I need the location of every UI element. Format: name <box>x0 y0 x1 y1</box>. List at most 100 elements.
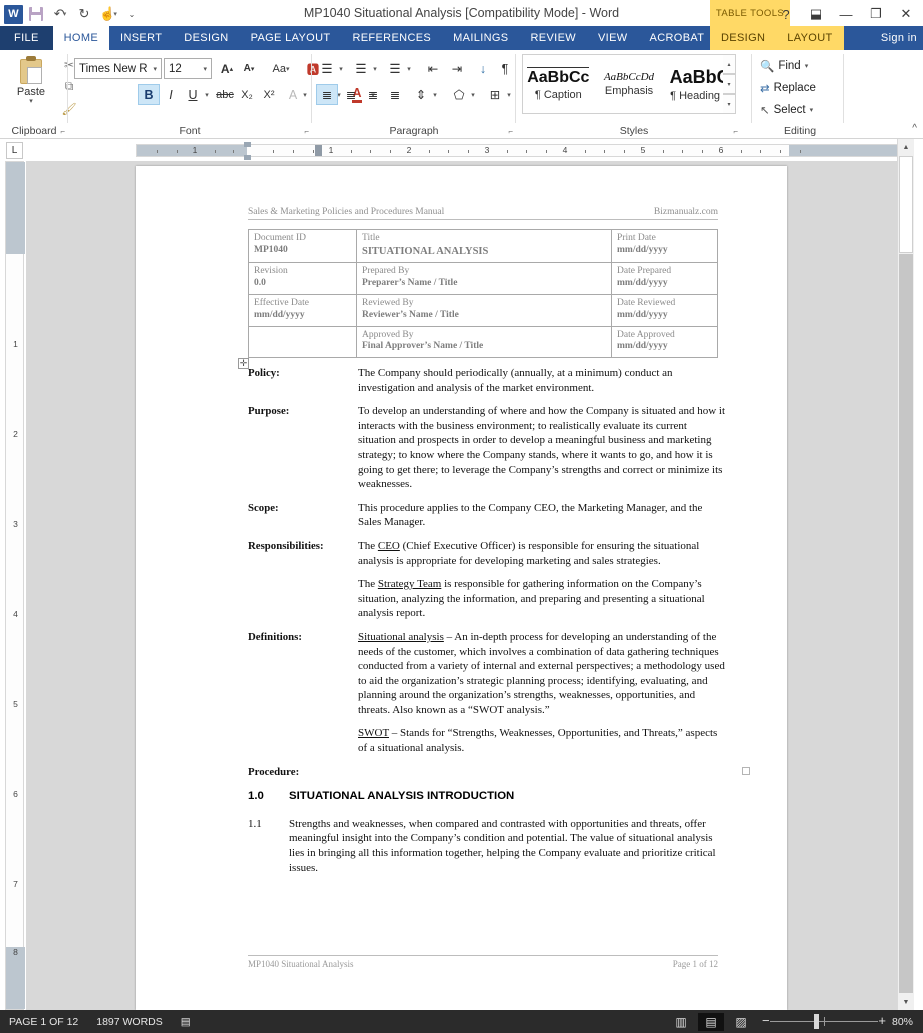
tab-design[interactable]: DESIGN <box>173 26 239 50</box>
section-policy[interactable]: Policy: The Company should periodically … <box>248 366 726 395</box>
align-left-icon[interactable]: ≣ <box>316 84 338 105</box>
tab-file[interactable]: FILE <box>0 26 53 50</box>
find-button[interactable]: 🔍 Find ▾ <box>760 56 808 76</box>
text-definitions[interactable]: Situational analysis – An in-depth proce… <box>358 630 726 756</box>
paragraph-ceo[interactable]: The CEO (Chief Executive Officer) is res… <box>358 539 726 568</box>
word-count[interactable]: 1897 WORDS <box>87 1010 172 1033</box>
cell-prepared-by[interactable]: Prepared By Preparer’s Name / Title <box>356 262 612 295</box>
undo-icon[interactable]: ↶ ▾ <box>49 3 71 25</box>
cell-reviewed-by[interactable]: Reviewed By Reviewer’s Name / Title <box>356 293 612 327</box>
first-line-indent-marker[interactable] <box>244 142 251 147</box>
zoom-in-icon[interactable]: + <box>878 1013 886 1028</box>
grow-font-icon[interactable]: A ▴ <box>216 58 238 79</box>
customize-qat-icon[interactable]: ⌄ <box>121 3 143 25</box>
select-caret-icon[interactable]: ▾ <box>810 106 814 114</box>
table-row[interactable]: Document ID MP1040 Title SITUATIONAL ANA… <box>248 229 718 263</box>
restore-icon[interactable]: ❐ <box>861 1 891 27</box>
paragraph-strategy-team[interactable]: The Strategy Team is responsible for gat… <box>358 577 726 621</box>
proofing-errors-icon[interactable]: ▤ <box>172 1010 200 1033</box>
quick-access-toolbar[interactable]: W ↶ ▾ ↻ ☝ ▾ ⌄ <box>0 0 143 28</box>
multilevel-caret-icon[interactable]: ▾ <box>404 58 414 79</box>
styles-scroll-up-icon[interactable]: ▴ <box>723 54 736 74</box>
zoom-slider[interactable]: − + <box>762 1010 886 1033</box>
section-purpose[interactable]: Purpose: To develop an understanding of … <box>248 404 726 492</box>
left-indent-marker[interactable] <box>315 145 322 156</box>
zoom-level[interactable]: 80% <box>892 1016 923 1028</box>
sign-in-link[interactable]: Sign in <box>881 26 917 50</box>
subscript-button[interactable]: X₂ <box>236 84 258 105</box>
font-name-box[interactable]: Times New R ▾ <box>74 58 162 79</box>
bullets-caret-icon[interactable]: ▾ <box>336 58 346 79</box>
scrollbar-thumb[interactable] <box>899 156 913 253</box>
increase-indent-icon[interactable]: ⇥ <box>446 58 468 79</box>
paragraph-situational-analysis[interactable]: Situational analysis – An in-depth proce… <box>358 630 726 718</box>
horizontal-ruler[interactable]: 1 1 2 3 4 5 6 <box>136 142 900 160</box>
tab-home[interactable]: HOME <box>52 26 110 50</box>
numbered-paragraph-1-1[interactable]: 1.1 Strengths and weaknesses, when compa… <box>248 817 726 875</box>
touch-mode-icon[interactable]: ☝ ▾ <box>97 3 119 25</box>
tab-review[interactable]: REVIEW <box>520 26 588 50</box>
align-right-icon[interactable]: ≣ <box>362 84 384 105</box>
italic-button[interactable]: I <box>160 84 182 105</box>
bullets-icon[interactable]: ☰ <box>316 58 338 79</box>
document-body[interactable]: Policy: The Company should periodically … <box>248 366 750 884</box>
numbering-icon[interactable]: ☰ <box>350 58 372 79</box>
tab-page-layout[interactable]: PAGE LAYOUT <box>240 26 342 50</box>
font-dialog-launcher[interactable]: ⌐ <box>304 127 309 136</box>
underline-caret-icon[interactable]: ▾ <box>202 84 212 105</box>
styles-gallery[interactable]: AaBbCc ¶ Caption AaBbCcDd Emphasis AaBbC… <box>522 54 736 114</box>
tab-table-design[interactable]: DESIGN <box>710 26 776 50</box>
cell-date-approved[interactable]: Date Approved mm/dd/yyyy <box>611 325 718 359</box>
web-layout-icon[interactable]: ▨ <box>728 1013 754 1031</box>
align-center-icon[interactable]: ≣ <box>340 84 362 105</box>
multilevel-list-icon[interactable]: ☰ <box>384 58 406 79</box>
tab-stop-selector[interactable]: L <box>6 142 23 159</box>
document-page[interactable]: Sales & Marketing Policies and Procedure… <box>136 166 787 1010</box>
minimize-icon[interactable]: — <box>831 1 861 27</box>
borders-icon[interactable]: ⊞ <box>484 84 506 105</box>
shading-caret-icon[interactable]: ▾ <box>468 84 478 105</box>
line-spacing-icon[interactable]: ⇕ <box>410 84 432 105</box>
tab-table-layout[interactable]: LAYOUT <box>776 26 843 50</box>
scroll-down-icon[interactable]: ▼ <box>898 994 914 1010</box>
paragraph-dialog-launcher[interactable]: ⌐ <box>508 127 513 136</box>
scrollbar-track[interactable] <box>899 254 913 993</box>
section-definitions[interactable]: Definitions: Situational analysis – An i… <box>248 630 726 756</box>
line-spacing-caret-icon[interactable]: ▾ <box>430 84 440 105</box>
paste-button[interactable]: Paste ▾ <box>8 54 54 122</box>
cell-effective-date[interactable]: Effective Date mm/dd/yyyy <box>248 293 357 327</box>
cell-empty[interactable] <box>248 325 357 359</box>
text-effects-caret-icon[interactable]: ▾ <box>300 84 310 105</box>
text-purpose[interactable]: To develop an understanding of where and… <box>358 404 726 492</box>
vertical-scrollbar[interactable]: ▲ ▼ <box>897 139 914 1010</box>
text-policy[interactable]: The Company should periodically (annuall… <box>358 366 726 395</box>
paragraph-swot[interactable]: SWOT – Stands for “Strengths, Weaknesses… <box>358 726 726 755</box>
shrink-font-icon[interactable]: A ▾ <box>238 58 260 79</box>
cell-date-reviewed[interactable]: Date Reviewed mm/dd/yyyy <box>611 293 718 327</box>
tab-acrobat[interactable]: ACROBAT <box>639 26 716 50</box>
print-layout-icon[interactable]: ▤ <box>697 1012 724 1031</box>
find-caret-icon[interactable]: ▾ <box>805 62 809 70</box>
zoom-out-icon[interactable]: − <box>762 1013 770 1028</box>
page-indicator[interactable]: PAGE 1 OF 12 <box>0 1010 87 1033</box>
zoom-slider-thumb[interactable] <box>813 1014 819 1029</box>
clipboard-dialog-launcher[interactable]: ⌐ <box>60 127 65 136</box>
borders-caret-icon[interactable]: ▾ <box>504 84 514 105</box>
font-size-box[interactable]: 12 ▾ <box>164 58 212 79</box>
save-icon[interactable] <box>25 3 47 25</box>
cell-print-date[interactable]: Print Date mm/dd/yyyy <box>611 229 718 263</box>
ribbon-display-options-icon[interactable]: ⬓ <box>801 1 831 27</box>
cell-title[interactable]: Title SITUATIONAL ANALYSIS <box>356 229 612 263</box>
heading-1-0[interactable]: 1.0 SITUATIONAL ANALYSIS INTRODUCTION <box>248 789 726 804</box>
cell-approved-by[interactable]: Approved By Final Approver’s Name / Titl… <box>356 325 612 359</box>
font-name-caret-icon[interactable]: ▾ <box>149 65 161 73</box>
numbered-paragraph-text[interactable]: Strengths and weaknesses, when compared … <box>289 817 726 875</box>
style-emphasis[interactable]: AaBbCcDd Emphasis <box>594 55 665 113</box>
read-mode-icon[interactable]: ▥ <box>668 1013 694 1031</box>
cell-document-id[interactable]: Document ID MP1040 <box>248 229 357 263</box>
document-info-table[interactable]: Document ID MP1040 Title SITUATIONAL ANA… <box>248 229 718 359</box>
table-row[interactable]: Revision 0.0 Prepared By Preparer’s Name… <box>248 262 718 295</box>
tab-references[interactable]: REFERENCES <box>341 26 442 50</box>
select-button[interactable]: ↖ Select ▾ <box>760 100 813 120</box>
document-work-area[interactable]: Sales & Marketing Policies and Procedure… <box>26 161 897 1010</box>
